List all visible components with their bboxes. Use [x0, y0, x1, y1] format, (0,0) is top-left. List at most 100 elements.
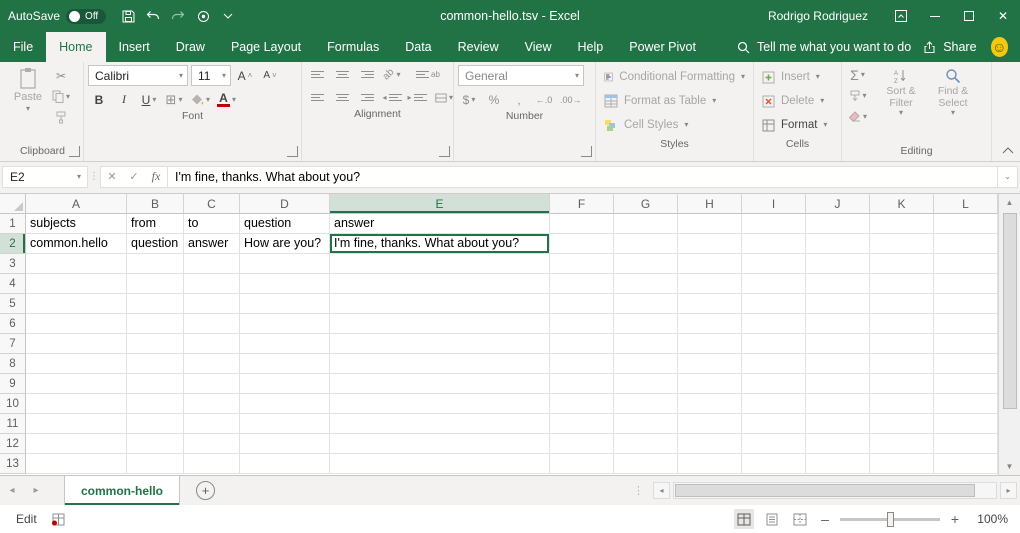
- cell-E11[interactable]: [330, 414, 550, 434]
- enter-entry-button[interactable]: ✓: [123, 170, 145, 183]
- cell-J11[interactable]: [806, 414, 870, 434]
- name-box-dropdown-icon[interactable]: ▾: [71, 167, 87, 187]
- format-cells-button[interactable]: Format▾: [758, 113, 837, 137]
- cell-A10[interactable]: [26, 394, 127, 414]
- cell-D8[interactable]: [240, 354, 330, 374]
- cell-K2[interactable]: [870, 234, 934, 254]
- undo-icon[interactable]: [142, 5, 164, 27]
- column-header-G[interactable]: G: [614, 194, 678, 214]
- cell-C13[interactable]: [184, 454, 240, 474]
- zoom-level[interactable]: 100%: [970, 512, 1008, 526]
- cell-G3[interactable]: [614, 254, 678, 274]
- cell-D6[interactable]: [240, 314, 330, 334]
- cell-J12[interactable]: [806, 434, 870, 454]
- cell-L12[interactable]: [934, 434, 998, 454]
- cell-J2[interactable]: [806, 234, 870, 254]
- cell-K10[interactable]: [870, 394, 934, 414]
- font-dialog-launcher[interactable]: [287, 146, 298, 157]
- save-icon[interactable]: [117, 5, 139, 27]
- cell-K12[interactable]: [870, 434, 934, 454]
- paste-button[interactable]: Paste ▾: [6, 65, 50, 113]
- cell-C10[interactable]: [184, 394, 240, 414]
- cell-C1[interactable]: to: [184, 214, 240, 234]
- cell-C8[interactable]: [184, 354, 240, 374]
- cell-C12[interactable]: [184, 434, 240, 454]
- cell-E12[interactable]: [330, 434, 550, 454]
- cell-L6[interactable]: [934, 314, 998, 334]
- column-header-B[interactable]: B: [127, 194, 184, 214]
- font-size-select[interactable]: 11 ▾: [191, 65, 231, 86]
- cell-H8[interactable]: [678, 354, 742, 374]
- delete-cells-button[interactable]: Delete▾: [758, 89, 837, 113]
- maximize-button[interactable]: [952, 0, 986, 32]
- cell-C11[interactable]: [184, 414, 240, 434]
- cell-D10[interactable]: [240, 394, 330, 414]
- cell-F7[interactable]: [550, 334, 614, 354]
- row-header-5[interactable]: 5: [0, 294, 26, 314]
- row-header-11[interactable]: 11: [0, 414, 26, 434]
- cell-A1[interactable]: subjects: [26, 214, 127, 234]
- close-button[interactable]: ✕: [986, 0, 1020, 32]
- cell-J7[interactable]: [806, 334, 870, 354]
- cell-L11[interactable]: [934, 414, 998, 434]
- cell-B6[interactable]: [127, 314, 184, 334]
- tab-power-pivot[interactable]: Power Pivot: [616, 32, 709, 62]
- select-all-button[interactable]: [0, 194, 26, 214]
- cell-A12[interactable]: [26, 434, 127, 454]
- cell-I1[interactable]: [742, 214, 806, 234]
- cell-H9[interactable]: [678, 374, 742, 394]
- cell-E5[interactable]: [330, 294, 550, 314]
- cell-A6[interactable]: [26, 314, 127, 334]
- macro-record-button[interactable]: [51, 513, 65, 526]
- column-header-I[interactable]: I: [742, 194, 806, 214]
- cell-G8[interactable]: [614, 354, 678, 374]
- cancel-entry-button[interactable]: ✕: [101, 170, 123, 183]
- scroll-down-icon[interactable]: ▼: [999, 458, 1020, 475]
- row-header-1[interactable]: 1: [0, 214, 26, 234]
- cell-F8[interactable]: [550, 354, 614, 374]
- cell-K5[interactable]: [870, 294, 934, 314]
- cell-J10[interactable]: [806, 394, 870, 414]
- cell-B4[interactable]: [127, 274, 184, 294]
- decrease-font-size-button[interactable]: A˅: [259, 66, 281, 85]
- scroll-up-icon[interactable]: ▲: [999, 194, 1020, 211]
- increase-decimal-button[interactable]: ←.0: [533, 90, 555, 109]
- expand-formula-bar-icon[interactable]: ⌄: [998, 166, 1018, 188]
- cell-D11[interactable]: [240, 414, 330, 434]
- align-right-button[interactable]: [356, 88, 378, 107]
- cell-G6[interactable]: [614, 314, 678, 334]
- tab-scroll-splitter[interactable]: ⋮: [633, 484, 644, 497]
- clear-button[interactable]: ▾: [846, 107, 869, 126]
- cell-G5[interactable]: [614, 294, 678, 314]
- cell-B8[interactable]: [127, 354, 184, 374]
- cell-J3[interactable]: [806, 254, 870, 274]
- page-break-preview-button[interactable]: [790, 509, 810, 529]
- cell-F12[interactable]: [550, 434, 614, 454]
- page-layout-view-button[interactable]: [762, 509, 782, 529]
- zoom-slider[interactable]: [840, 518, 940, 521]
- sheet-tab-common-hello[interactable]: common-hello: [64, 476, 180, 505]
- cell-H5[interactable]: [678, 294, 742, 314]
- zoom-out-button[interactable]: –: [818, 511, 832, 527]
- tab-file[interactable]: File: [0, 32, 46, 62]
- font-family-select[interactable]: Calibri ▾: [88, 65, 188, 86]
- font-color-button[interactable]: A ▾: [215, 90, 238, 109]
- row-header-3[interactable]: 3: [0, 254, 26, 274]
- cell-A13[interactable]: [26, 454, 127, 474]
- cell-D2[interactable]: How are you?: [240, 234, 330, 254]
- cell-C5[interactable]: [184, 294, 240, 314]
- cell-J13[interactable]: [806, 454, 870, 474]
- row-header-10[interactable]: 10: [0, 394, 26, 414]
- tell-me-box[interactable]: Tell me what you want to do: [737, 32, 911, 62]
- cell-D5[interactable]: [240, 294, 330, 314]
- cell-L4[interactable]: [934, 274, 998, 294]
- decrease-indent-button[interactable]: ◂: [381, 88, 403, 107]
- cell-A9[interactable]: [26, 374, 127, 394]
- cell-J4[interactable]: [806, 274, 870, 294]
- cell-K3[interactable]: [870, 254, 934, 274]
- formula-input[interactable]: I'm fine, thanks. What about you?: [167, 166, 998, 188]
- horizontal-scrollbar-thumb[interactable]: [675, 484, 975, 497]
- autosave-toggle[interactable]: AutoSave Off: [8, 9, 106, 24]
- column-header-C[interactable]: C: [184, 194, 240, 214]
- cell-F11[interactable]: [550, 414, 614, 434]
